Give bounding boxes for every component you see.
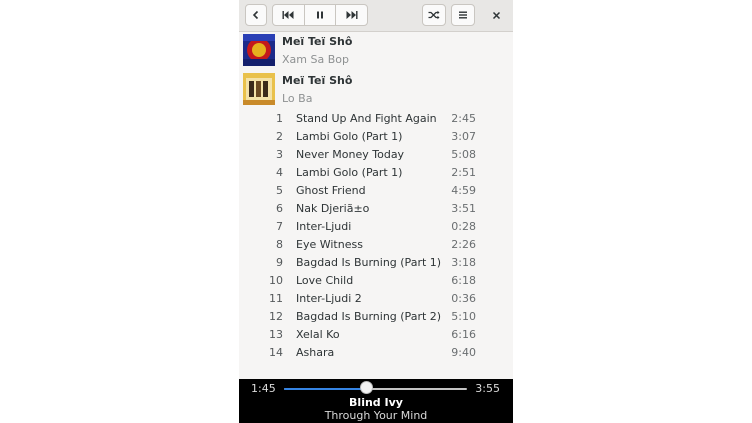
pause-icon	[317, 11, 323, 19]
seek-bar-progress	[284, 388, 367, 390]
track-title: Lambi Golo (Part 1)	[296, 166, 403, 179]
album-title: Lo Ba	[282, 92, 313, 105]
track-title: Never Money Today	[296, 148, 405, 161]
track-title: Bagdad Is Burning (Part 1)	[296, 256, 442, 269]
track-row[interactable]: 6 Nak Djeriã±o 3:51	[239, 200, 513, 218]
seek-bar[interactable]	[284, 388, 467, 390]
now-playing-bar: 1:45 3:55 Blind Ivy Through Your Mind	[239, 379, 513, 423]
track-number: 1	[276, 112, 283, 125]
music-player-window: Meï Teï Shô Xam Sa Bop Meï Teï Shô Lo Ba…	[239, 0, 513, 423]
track-number: 13	[269, 328, 283, 341]
album-header[interactable]: Meï Teï Shô Xam Sa Bop	[239, 32, 513, 71]
previous-button[interactable]	[273, 5, 305, 25]
close-button[interactable]	[485, 4, 507, 26]
track-number: 10	[269, 274, 283, 287]
track-title: Xelal Ko	[296, 328, 340, 341]
album-title: Xam Sa Bop	[282, 53, 349, 66]
track-duration: 5:08	[451, 148, 476, 161]
hamburger-menu-icon	[459, 11, 467, 19]
track-duration: 3:51	[451, 202, 476, 215]
track-row[interactable]: 14 Ashara 9:40	[239, 344, 513, 362]
track-duration: 4:59	[451, 184, 476, 197]
skip-forward-icon	[346, 11, 358, 19]
album-cover	[243, 34, 275, 66]
now-playing-album: Through Your Mind	[324, 409, 428, 422]
back-button[interactable]	[245, 4, 267, 26]
track-title: Nak Djeriã±o	[296, 202, 370, 215]
track-duration: 0:28	[451, 220, 476, 233]
album-header[interactable]: Meï Teï Shô Lo Ba	[239, 71, 513, 110]
track-title: Ghost Friend	[296, 184, 366, 197]
track-title: Lambi Golo (Part 1)	[296, 130, 403, 143]
close-icon	[492, 11, 500, 19]
track-row[interactable]: 9 Bagdad Is Burning (Part 1) 3:18	[239, 254, 513, 272]
track-duration: 6:18	[451, 274, 476, 287]
now-playing-title: Blind Ivy	[349, 396, 403, 409]
track-title: Bagdad Is Burning (Part 2)	[296, 310, 442, 323]
track-duration: 5:10	[451, 310, 476, 323]
track-row[interactable]: 10 Love Child 6:18	[239, 272, 513, 290]
menu-button[interactable]	[451, 4, 475, 26]
track-duration: 3:18	[451, 256, 476, 269]
chevron-left-icon	[252, 10, 259, 20]
header-bar	[239, 0, 513, 32]
track-number: 6	[276, 202, 283, 215]
track-title: Stand Up And Fight Again	[296, 112, 437, 125]
track-number: 3	[276, 148, 283, 161]
album-artist: Meï Teï Shô	[282, 35, 353, 48]
shuffle-icon	[428, 10, 440, 20]
track-row[interactable]: 7 Inter-Ljudi 0:28	[239, 218, 513, 236]
track-number: 8	[276, 238, 283, 251]
track-row[interactable]: 11 Inter-Ljudi 2 0:36	[239, 290, 513, 308]
track-duration: 2:26	[451, 238, 476, 251]
album-cover	[243, 73, 275, 105]
track-row[interactable]: 2 Lambi Golo (Part 1) 3:07	[239, 128, 513, 146]
album-artist: Meï Teï Shô	[282, 74, 353, 87]
track-title: Eye Witness	[296, 238, 363, 251]
track-title: Inter-Ljudi 2	[296, 292, 362, 305]
track-duration: 0:36	[451, 292, 476, 305]
track-number: 9	[276, 256, 283, 269]
track-duration: 9:40	[451, 346, 476, 359]
seek-bar-handle[interactable]	[359, 381, 373, 394]
track-title: Inter-Ljudi	[296, 220, 352, 233]
track-title: Love Child	[296, 274, 354, 287]
track-row[interactable]: 8 Eye Witness 2:26	[239, 236, 513, 254]
track-row[interactable]: 3 Never Money Today 5:08	[239, 146, 513, 164]
track-duration: 2:51	[451, 166, 476, 179]
pause-button[interactable]	[305, 5, 337, 25]
next-button[interactable]	[336, 5, 367, 25]
shuffle-button[interactable]	[422, 4, 446, 26]
track-number: 4	[276, 166, 283, 179]
track-row[interactable]: 4 Lambi Golo (Part 1) 2:51	[239, 164, 513, 182]
track-number: 14	[269, 346, 283, 359]
track-row[interactable]: 13 Xelal Ko 6:16	[239, 326, 513, 344]
track-number: 2	[276, 130, 283, 143]
track-row[interactable]: 5 Ghost Friend 4:59	[239, 182, 513, 200]
track-duration: 3:07	[451, 130, 476, 143]
skip-backward-icon	[282, 11, 294, 19]
track-number: 12	[269, 310, 283, 323]
playback-controls	[272, 4, 368, 26]
track-duration: 6:16	[451, 328, 476, 341]
track-row[interactable]: 1 Stand Up And Fight Again 2:45	[239, 110, 513, 128]
track-number: 5	[276, 184, 283, 197]
elapsed-time: 1:45	[251, 382, 276, 395]
total-time: 3:55	[475, 382, 500, 395]
track-number: 11	[269, 292, 283, 305]
album-track-list: Meï Teï Shô Xam Sa Bop Meï Teï Shô Lo Ba…	[239, 32, 513, 379]
track-row[interactable]: 12 Bagdad Is Burning (Part 2) 5:10	[239, 308, 513, 326]
track-title: Ashara	[296, 346, 335, 359]
track-duration: 2:45	[451, 112, 476, 125]
track-number: 7	[276, 220, 283, 233]
